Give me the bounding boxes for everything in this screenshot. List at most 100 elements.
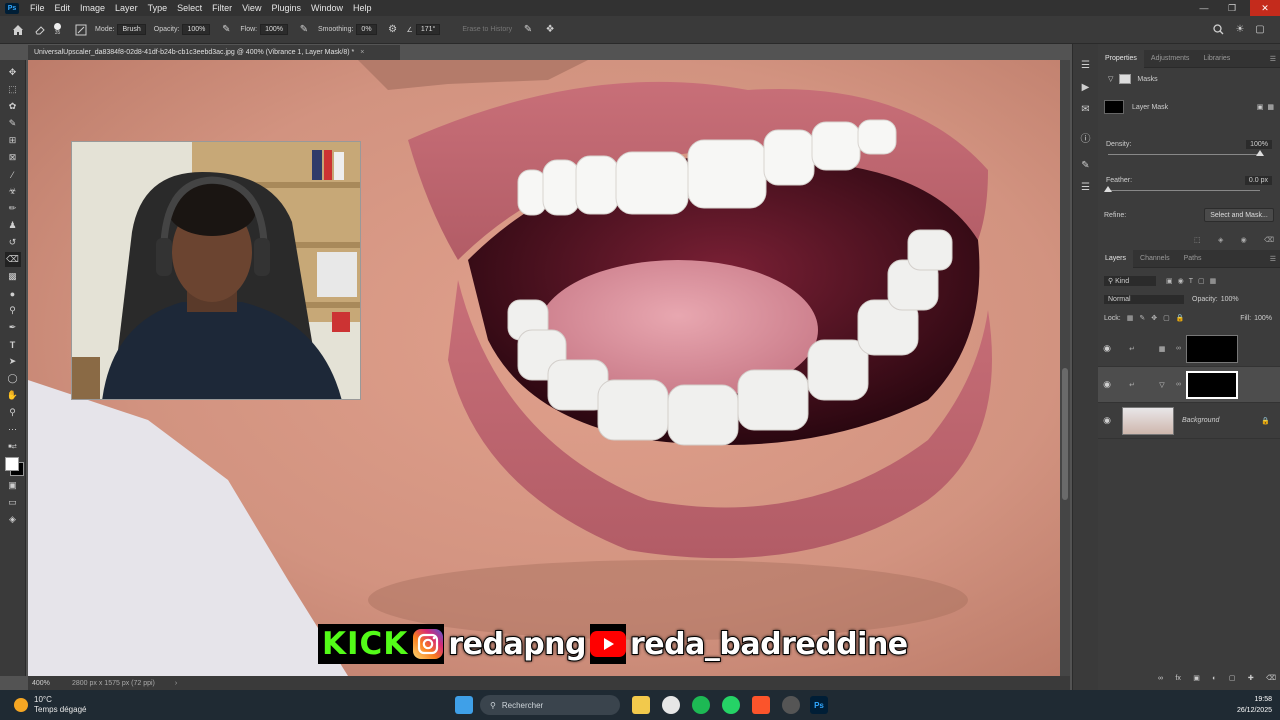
- edit-toolbar-icon[interactable]: ◈: [5, 512, 21, 527]
- lasso-tool-icon[interactable]: ✿: [5, 99, 21, 114]
- opacity-input[interactable]: 100%: [182, 24, 211, 35]
- new-adjustment-icon[interactable]: ◐: [1212, 675, 1216, 682]
- layer-mask-thumbnail[interactable]: [1186, 370, 1238, 399]
- delete-layer-icon[interactable]: ⌫: [1266, 674, 1276, 682]
- obs-icon[interactable]: [782, 696, 800, 714]
- zoom-level[interactable]: 400%: [32, 680, 72, 687]
- dodge-tool-icon[interactable]: ⚲: [5, 303, 21, 318]
- more-tools-icon[interactable]: ⋯: [5, 422, 21, 437]
- document-tab[interactable]: UniversalUpscaler_da8384f8-02d8-41df-b24…: [28, 44, 400, 60]
- blend-mode-select[interactable]: Normal: [1104, 295, 1184, 304]
- file-explorer-icon[interactable]: [632, 696, 650, 714]
- move-tool-icon[interactable]: ✥: [5, 65, 21, 80]
- minimize-icon[interactable]: —: [1192, 0, 1216, 16]
- menu-layer[interactable]: Layer: [110, 3, 143, 13]
- visibility-eye-icon[interactable]: ◉: [1098, 343, 1116, 354]
- panel-menu-icon[interactable]: ☰: [1270, 55, 1276, 63]
- link-layers-icon[interactable]: ∞: [1158, 675, 1163, 682]
- layer-opacity-input[interactable]: 100%: [1221, 296, 1239, 303]
- tab-close-icon[interactable]: ×: [360, 49, 364, 56]
- tab-properties[interactable]: Properties: [1098, 49, 1144, 68]
- delete-mask-icon[interactable]: ⌫: [1264, 236, 1274, 244]
- background-layer-name[interactable]: Background: [1182, 417, 1219, 424]
- scrollbar-thumb[interactable]: [1062, 368, 1068, 500]
- pen-tool-icon[interactable]: ✒: [5, 320, 21, 335]
- zoom-tool-icon[interactable]: ⚲: [5, 405, 21, 420]
- eraser-tool-icon[interactable]: [32, 22, 48, 38]
- menu-filter[interactable]: Filter: [207, 3, 237, 13]
- erase-to-history-checkbox[interactable]: Erase to History: [462, 26, 512, 33]
- load-selection-icon[interactable]: ⬚: [1194, 236, 1201, 244]
- menu-plugins[interactable]: Plugins: [266, 3, 306, 13]
- menu-window[interactable]: Window: [306, 3, 348, 13]
- layer-mask-thumbnail[interactable]: [1186, 334, 1238, 363]
- visibility-eye-icon[interactable]: ◉: [1098, 379, 1116, 390]
- fill-input[interactable]: 100%: [1254, 315, 1272, 322]
- history-icon[interactable]: ☰: [1079, 58, 1093, 72]
- tab-libraries[interactable]: Libraries: [1196, 50, 1237, 68]
- stamp-tool-icon[interactable]: ♟: [5, 218, 21, 233]
- layers-menu-icon[interactable]: ☰: [1270, 255, 1276, 263]
- mode-select[interactable]: Brush: [117, 24, 146, 35]
- layer-row-background[interactable]: ◉ Background 🔒: [1098, 403, 1280, 439]
- menu-help[interactable]: Help: [348, 3, 377, 13]
- menu-select[interactable]: Select: [172, 3, 207, 13]
- foreground-color-swatch[interactable]: [4, 457, 19, 471]
- mask-link-icon[interactable]: ∞: [1176, 381, 1186, 388]
- feather-slider[interactable]: [1108, 190, 1260, 191]
- frame-tool-icon[interactable]: ⊠: [5, 150, 21, 165]
- layer-filter-kind[interactable]: ⚲ Kind: [1104, 276, 1156, 286]
- pressure-opacity-icon[interactable]: ✎: [218, 22, 234, 38]
- add-vector-mask-icon[interactable]: ▦: [1267, 103, 1274, 111]
- density-slider[interactable]: [1108, 154, 1260, 155]
- tab-paths[interactable]: Paths: [1177, 250, 1209, 268]
- brush-panel-icon[interactable]: ✎: [1079, 158, 1093, 172]
- info-icon[interactable]: ⓘ: [1079, 130, 1093, 145]
- whatsapp-icon[interactable]: [722, 696, 740, 714]
- windows-start-icon[interactable]: [455, 696, 473, 714]
- add-mask-icon[interactable]: ▣: [1193, 674, 1200, 682]
- photoshop-taskbar-icon[interactable]: Ps: [810, 696, 828, 714]
- adjust-sliders-icon[interactable]: ☰: [1079, 180, 1093, 194]
- menu-edit[interactable]: Edit: [50, 3, 76, 13]
- layer-mask-thumbnail[interactable]: [1104, 100, 1124, 114]
- screen-mode-icon[interactable]: ▭: [5, 495, 21, 510]
- gear-icon[interactable]: ⚙: [385, 22, 401, 38]
- new-group-icon[interactable]: ▢: [1229, 674, 1236, 682]
- layer-row-curves[interactable]: ◉ ↵ ▦ ∞: [1098, 331, 1280, 367]
- maximize-icon[interactable]: ❐: [1220, 0, 1244, 16]
- marquee-tool-icon[interactable]: ⬚: [5, 82, 21, 97]
- blur-tool-icon[interactable]: ●: [5, 286, 21, 301]
- brush-preset-picker[interactable]: 35: [54, 23, 61, 36]
- layer-filter-icons[interactable]: ▣◉T▢▦: [1166, 277, 1221, 285]
- tab-layers[interactable]: Layers: [1098, 249, 1134, 268]
- toggle-mask-icon[interactable]: ◉: [1241, 236, 1247, 244]
- default-colors-icon[interactable]: ■⇄: [5, 439, 21, 454]
- pressure-size-icon[interactable]: ✎: [520, 22, 536, 38]
- weather-widget[interactable]: 10°C Temps dégagé: [14, 695, 86, 715]
- crop-tool-icon[interactable]: ⊞: [5, 133, 21, 148]
- feather-input[interactable]: 0.0 px: [1244, 176, 1272, 185]
- close-icon[interactable]: ✕: [1250, 0, 1280, 16]
- healing-brush-tool-icon[interactable]: ☣: [5, 184, 21, 199]
- density-slider-thumb[interactable]: [1256, 150, 1264, 156]
- canvas-vertical-scrollbar[interactable]: [1060, 60, 1070, 676]
- menu-image[interactable]: Image: [75, 3, 110, 13]
- layer-style-icon[interactable]: fx: [1175, 675, 1180, 682]
- brush-settings-icon[interactable]: [73, 22, 89, 38]
- workspace-icon[interactable]: ▢: [1252, 22, 1268, 38]
- layer-row-vibrance[interactable]: ◉ ↵ ▽ ∞: [1098, 367, 1280, 403]
- comments-icon[interactable]: ✉: [1079, 102, 1093, 116]
- chrome-icon[interactable]: [662, 696, 680, 714]
- feather-slider-thumb[interactable]: [1104, 186, 1112, 192]
- shape-tool-icon[interactable]: ◯: [5, 371, 21, 386]
- hand-tool-icon[interactable]: ✋: [5, 388, 21, 403]
- history-brush-tool-icon[interactable]: ↺: [5, 235, 21, 250]
- visibility-eye-icon[interactable]: ◉: [1098, 415, 1116, 426]
- spotify-icon[interactable]: [692, 696, 710, 714]
- menu-type[interactable]: Type: [143, 3, 173, 13]
- menu-file[interactable]: File: [25, 3, 50, 13]
- select-and-mask-button[interactable]: Select and Mask...: [1204, 208, 1274, 222]
- menu-view[interactable]: View: [237, 3, 266, 13]
- brush-tool-icon[interactable]: ✏: [5, 201, 21, 216]
